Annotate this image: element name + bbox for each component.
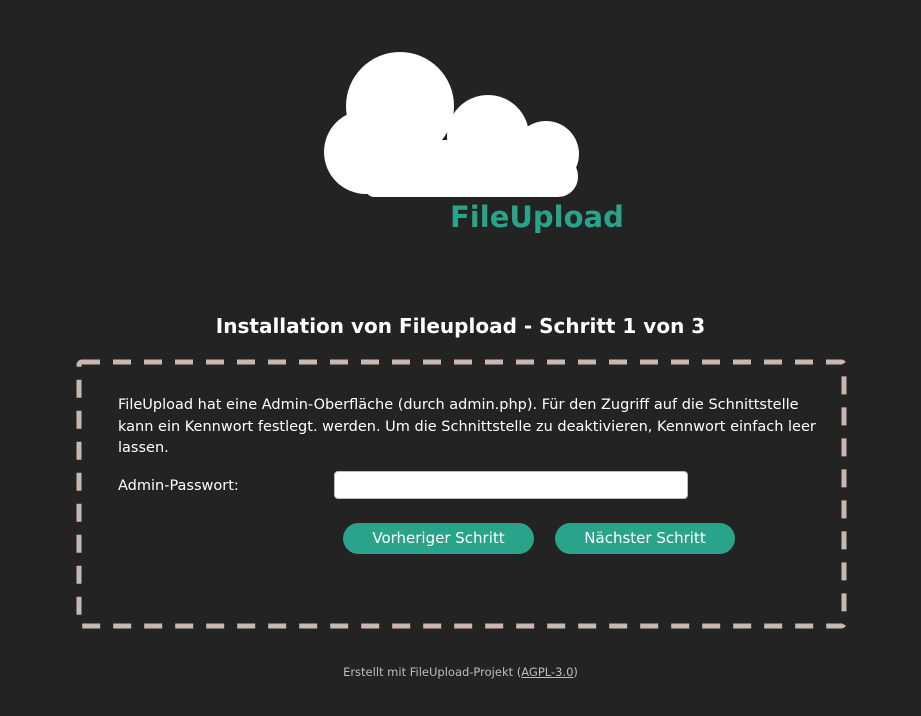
admin-password-label: Admin-Passwort:: [118, 478, 239, 494]
install-description: FileUpload hat eine Admin-Oberfläche (du…: [118, 397, 816, 456]
footer: Erstellt mit FileUpload-Projekt (AGPL-3.…: [0, 663, 921, 681]
previous-step-button[interactable]: Vorheriger Schritt: [343, 523, 534, 554]
admin-password-field[interactable]: [334, 471, 688, 499]
footer-text: Erstellt mit FileUpload-Projekt (: [343, 665, 522, 679]
page-title: Installation von Fileupload - Schritt 1 …: [215, 314, 706, 338]
install-form-frame: FileUpload hat eine Admin-Oberfläche (du…: [76, 359, 847, 629]
brand-name: FileUpload: [450, 200, 624, 234]
license-link[interactable]: AGPL-3.0: [521, 665, 573, 679]
next-step-button[interactable]: Nächster Schritt: [555, 523, 735, 554]
cloud-icon: [318, 36, 588, 202]
install-page: FileUpload Installation von Fileupload -…: [0, 0, 921, 716]
footer-text-end: ): [573, 665, 578, 679]
